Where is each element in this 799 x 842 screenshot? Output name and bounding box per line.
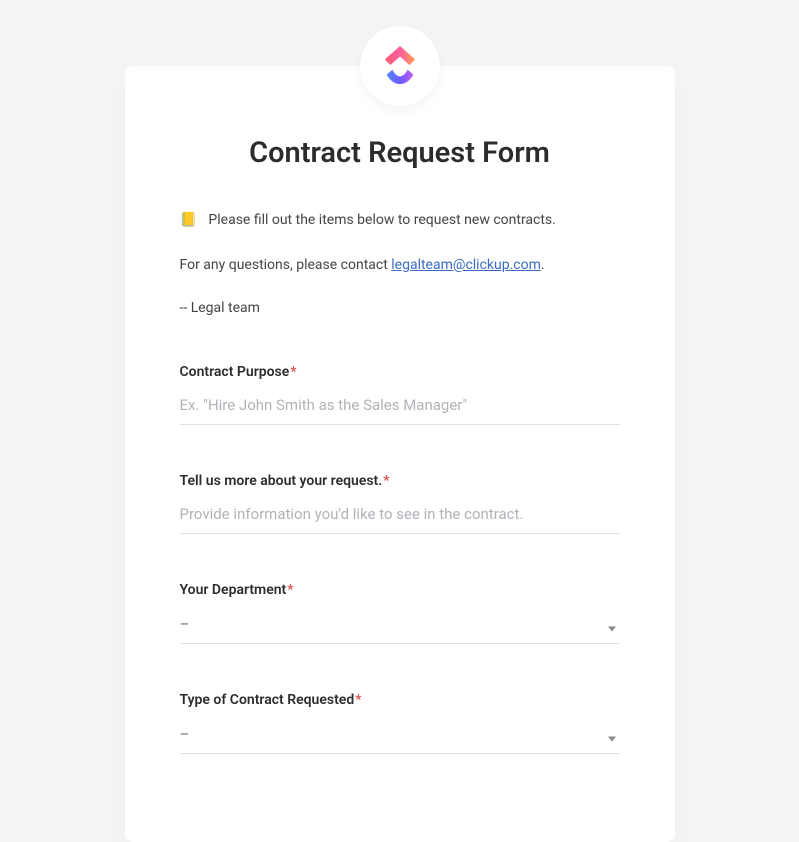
label-request-details-text: Tell us more about your request. — [180, 473, 383, 489]
label-contract-type: Type of Contract Requested* — [180, 692, 620, 708]
intro-line-1: 📒 Please fill out the items below to req… — [180, 210, 620, 231]
form-title: Contract Request Form — [180, 136, 620, 170]
label-contract-purpose: Contract Purpose* — [180, 364, 620, 380]
required-marker: * — [383, 473, 389, 489]
intro-text: 📒 Please fill out the items below to req… — [180, 210, 620, 276]
label-contract-purpose-text: Contract Purpose — [180, 364, 290, 380]
intro-line-2-prefix: For any questions, please contact — [180, 257, 392, 273]
chevron-down-icon — [608, 616, 616, 635]
input-request-details[interactable] — [180, 499, 620, 534]
select-department[interactable]: – — [180, 608, 620, 644]
logo-container — [360, 26, 440, 106]
select-contract-type[interactable]: – — [180, 718, 620, 754]
notepad-icon: 📒 — [180, 212, 197, 228]
clickup-logo-icon — [381, 44, 419, 88]
signoff-text: -- Legal team — [180, 300, 620, 316]
intro-line-2: For any questions, please contact legalt… — [180, 255, 620, 276]
required-marker: * — [290, 364, 296, 380]
intro-line-1-text: Please fill out the items below to reque… — [208, 212, 555, 228]
contact-email-link[interactable]: legalteam@clickup.com — [391, 257, 541, 273]
field-request-details: Tell us more about your request.* — [180, 473, 620, 534]
required-marker: * — [287, 582, 293, 598]
label-department-text: Your Department — [180, 582, 287, 598]
select-contract-type-value: – — [180, 725, 190, 743]
input-contract-purpose[interactable] — [180, 390, 620, 425]
field-contract-type: Type of Contract Requested* – — [180, 692, 620, 754]
label-request-details: Tell us more about your request.* — [180, 473, 620, 489]
chevron-down-icon — [608, 726, 616, 745]
label-department: Your Department* — [180, 582, 620, 598]
label-contract-type-text: Type of Contract Requested — [180, 692, 355, 708]
select-department-value: – — [180, 615, 190, 633]
required-marker: * — [355, 692, 361, 708]
field-department: Your Department* – — [180, 582, 620, 644]
intro-line-2-suffix: . — [541, 257, 545, 273]
form-card: Contract Request Form 📒 Please fill out … — [125, 66, 675, 842]
field-contract-purpose: Contract Purpose* — [180, 364, 620, 425]
